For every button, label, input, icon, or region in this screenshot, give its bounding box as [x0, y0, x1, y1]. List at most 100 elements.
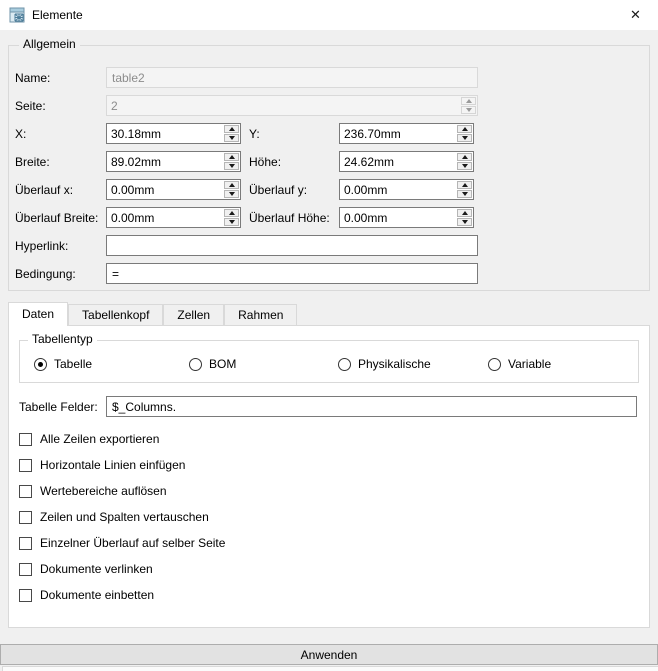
table-document-icon — [9, 7, 25, 23]
hyperlink-row: Hyperlink: — [15, 235, 649, 256]
bedingung-input[interactable] — [106, 263, 478, 284]
spin-up-icon[interactable] — [457, 153, 472, 161]
tabbar: Daten Tabellenkopf Zellen Rahmen — [8, 302, 650, 325]
checkbox-label: Alle Zeilen exportieren — [40, 432, 159, 446]
checkbox-zeilen-spalten-vertauschen[interactable]: Zeilen und Spalten vertauschen — [19, 504, 649, 530]
spin-up-icon[interactable] — [224, 125, 239, 133]
checkbox-icon[interactable] — [19, 485, 32, 498]
name-row: Name: — [15, 67, 649, 88]
checkbox-label: Zeilen und Spalten vertauschen — [40, 510, 209, 524]
radio-tabelle[interactable]: Tabelle — [34, 357, 189, 371]
radio-icon[interactable] — [338, 358, 351, 371]
ueberlauf-breite-label: Überlauf Breite: — [15, 211, 106, 225]
spin-up-icon[interactable] — [224, 209, 239, 217]
tabelle-felder-label: Tabelle Felder: — [19, 400, 106, 414]
spin-up-icon[interactable] — [224, 153, 239, 161]
elemente-dialog: { "window": { "title": "Elemente", "clos… — [0, 0, 658, 671]
ueberlauf-breite-spinner — [106, 207, 241, 228]
window-title: Elemente — [32, 8, 83, 22]
name-input — [106, 67, 478, 88]
tab-zellen[interactable]: Zellen — [163, 304, 224, 325]
daten-tab-pane: Tabellentyp Tabelle BOM Physikalische Va… — [8, 325, 650, 628]
ueberlauf-hoehe-input[interactable] — [340, 208, 456, 227]
ueberlauf-x-input[interactable] — [107, 180, 223, 199]
y-spinner — [339, 123, 474, 144]
tabelle-felder-row: Tabelle Felder: — [19, 396, 637, 417]
seite-spinner — [106, 95, 478, 116]
hoehe-input[interactable] — [340, 152, 456, 171]
ueberlauf-x-label: Überlauf x: — [15, 183, 106, 197]
checkbox-alle-zeilen-exportieren[interactable]: Alle Zeilen exportieren — [19, 426, 649, 452]
spin-down-icon — [461, 106, 476, 114]
seite-input — [107, 96, 460, 115]
tabellentyp-group: Tabellentyp Tabelle BOM Physikalische Va… — [19, 340, 639, 383]
checkbox-dokumente-einbetten[interactable]: Dokumente einbetten — [19, 582, 649, 608]
ueberlauf-y-input[interactable] — [340, 180, 456, 199]
spin-up-icon — [461, 97, 476, 105]
hoehe-label: Höhe: — [241, 155, 339, 169]
spin-down-icon[interactable] — [224, 134, 239, 142]
y-input[interactable] — [340, 124, 456, 143]
radio-variable-label: Variable — [508, 357, 551, 371]
tab-daten[interactable]: Daten — [8, 302, 68, 326]
checkbox-icon[interactable] — [19, 589, 32, 602]
radio-variable[interactable]: Variable — [488, 357, 551, 371]
spin-up-icon[interactable] — [457, 181, 472, 189]
hoehe-spinner — [339, 151, 474, 172]
tabellentyp-legend: Tabellentyp — [28, 332, 97, 346]
spin-down-icon[interactable] — [457, 190, 472, 198]
checkbox-icon[interactable] — [19, 459, 32, 472]
spin-up-icon[interactable] — [457, 125, 472, 133]
ueberlauf-y-label: Überlauf y: — [241, 183, 339, 197]
checkbox-label: Horizontale Linien einfügen — [40, 458, 185, 472]
x-input[interactable] — [107, 124, 223, 143]
spin-down-icon[interactable] — [457, 162, 472, 170]
radio-bom-label: BOM — [209, 357, 236, 371]
checkbox-icon[interactable] — [19, 433, 32, 446]
checkbox-label: Dokumente verlinken — [40, 562, 153, 576]
spin-down-icon[interactable] — [457, 218, 472, 226]
tab-tabellenkopf[interactable]: Tabellenkopf — [68, 304, 163, 325]
radio-physikalische[interactable]: Physikalische — [338, 357, 488, 371]
options-checklist: Alle Zeilen exportieren Horizontale Lini… — [19, 426, 649, 608]
radio-icon[interactable] — [488, 358, 501, 371]
tabellentyp-options: Tabelle BOM Physikalische Variable — [34, 357, 638, 371]
allgemein-legend: Allgemein — [19, 37, 80, 51]
hyperlink-label: Hyperlink: — [15, 239, 106, 253]
checkbox-icon[interactable] — [19, 511, 32, 524]
ueberlauf-y-spinner — [339, 179, 474, 200]
ueberlauf-xy-row: Überlauf x: Überlauf y: — [15, 179, 649, 200]
breite-label: Breite: — [15, 155, 106, 169]
radio-bom[interactable]: BOM — [189, 357, 338, 371]
breite-input[interactable] — [107, 152, 223, 171]
checkbox-einzelner-ueberlauf[interactable]: Einzelner Überlauf auf selber Seite — [19, 530, 649, 556]
radio-selected-icon[interactable] — [34, 358, 47, 371]
checkbox-icon[interactable] — [19, 563, 32, 576]
spin-down-icon[interactable] — [224, 218, 239, 226]
titlebar: Elemente ✕ — [0, 0, 658, 30]
radio-icon[interactable] — [189, 358, 202, 371]
ueberlauf-hoehe-spinner — [339, 207, 474, 228]
checkbox-wertebereiche-aufloesen[interactable]: Wertebereiche auflösen — [19, 478, 649, 504]
ueberlauf-breite-input[interactable] — [107, 208, 223, 227]
checkbox-icon[interactable] — [19, 537, 32, 550]
checkbox-horizontale-linien[interactable]: Horizontale Linien einfügen — [19, 452, 649, 478]
checkbox-label: Wertebereiche auflösen — [40, 484, 167, 498]
spin-down-icon[interactable] — [224, 162, 239, 170]
breite-spinner — [106, 151, 241, 172]
tab-rahmen[interactable]: Rahmen — [224, 304, 297, 325]
radio-tabelle-label: Tabelle — [54, 357, 92, 371]
checkbox-label: Dokumente einbetten — [40, 588, 154, 602]
checkbox-dokumente-verlinken[interactable]: Dokumente verlinken — [19, 556, 649, 582]
spin-down-icon[interactable] — [224, 190, 239, 198]
spin-down-icon[interactable] — [457, 134, 472, 142]
spin-up-icon[interactable] — [224, 181, 239, 189]
tabelle-felder-input[interactable] — [106, 396, 637, 417]
allgemein-group: Allgemein Name: Seite: X: Y: — [8, 45, 650, 291]
spin-up-icon[interactable] — [457, 209, 472, 217]
hyperlink-input[interactable] — [106, 235, 478, 256]
anwenden-button[interactable]: Anwenden — [0, 644, 658, 665]
bottom-panel-edge — [2, 666, 658, 671]
close-icon[interactable]: ✕ — [613, 0, 658, 30]
seite-spin-buttons — [460, 96, 477, 115]
